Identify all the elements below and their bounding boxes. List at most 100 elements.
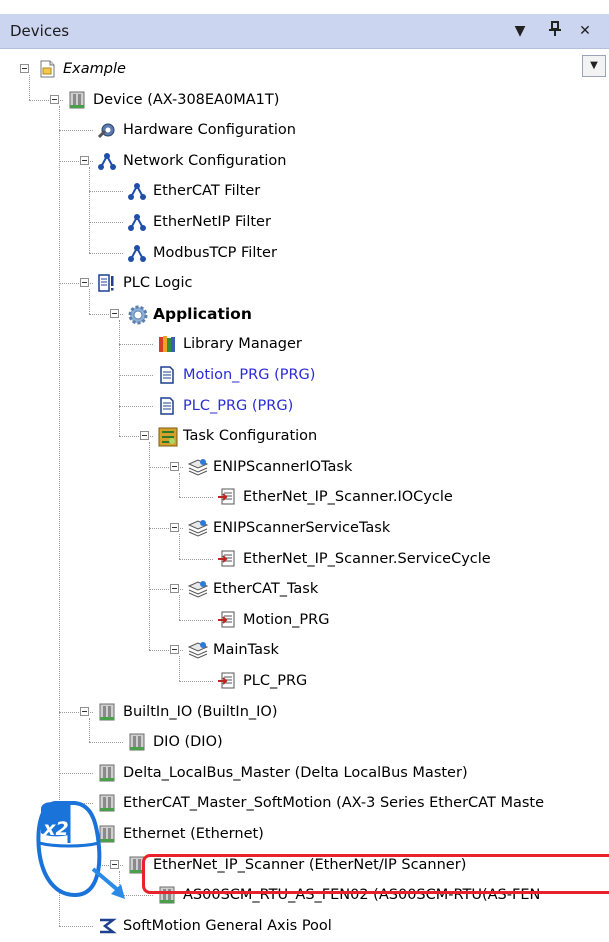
tree-guide-line [59, 925, 93, 927]
tree-node-label: PLC_PRG [243, 673, 308, 689]
tree-node-label: ENIPScannerServiceTask [213, 520, 391, 536]
tree-node-label: PLC Logic [123, 275, 193, 292]
tree-node[interactable]: MainTask [0, 636, 609, 664]
module-icon [97, 763, 117, 783]
tree-node[interactable]: PLC_PRG (PRG) [0, 392, 609, 420]
tree-node-label: Task Configuration [183, 428, 318, 445]
network-icon [127, 181, 147, 201]
tree-node[interactable]: EtherCAT Filter [0, 177, 609, 205]
tree-node-label: EtherCAT_Master_SoftMotion (AX-3 Series … [123, 795, 545, 812]
tree-node-label: PLC_PRG (PRG) [183, 397, 294, 414]
hardware-config-icon [97, 120, 117, 140]
highlight-box [142, 854, 609, 894]
network-icon [127, 212, 147, 232]
tree-node[interactable]: Motion_PRG (PRG) [0, 361, 609, 389]
module-icon [127, 732, 147, 752]
tree-node-label: DIO (DIO) [153, 734, 223, 751]
tree-node[interactable]: EtherNet_IP_Scanner.IOCycle [0, 483, 609, 511]
tree-node[interactable]: BuiltIn_IO (BuiltIn_IO) [0, 698, 609, 726]
tree-guide-line [89, 222, 123, 223]
plc-logic-icon [97, 273, 117, 293]
tree-node[interactable]: EtherCAT_Task [0, 575, 609, 603]
device-icon [67, 90, 87, 110]
task-stack-icon [187, 518, 209, 538]
tree-node[interactable]: Example [0, 55, 609, 83]
tree-node[interactable]: EtherNetIP Filter [0, 208, 609, 236]
tree-guide-line [119, 405, 153, 407]
tree-node[interactable]: PLC_PRG [0, 667, 609, 695]
collapse-toggle-icon[interactable] [170, 461, 179, 471]
tree-guide-line [89, 252, 123, 254]
collapse-toggle-icon[interactable] [140, 431, 149, 441]
tree-node[interactable]: Application [0, 300, 609, 328]
collapse-toggle-icon[interactable] [50, 94, 59, 104]
tree-guide-line [119, 344, 153, 346]
collapse-toggle-icon[interactable] [170, 645, 179, 655]
tree-node[interactable]: Motion_PRG [0, 606, 609, 634]
tree-node-label: EtherCAT_Task [213, 581, 319, 598]
tree-node-label: Hardware Configuration [123, 122, 296, 139]
collapse-toggle-icon[interactable] [170, 523, 179, 532]
call-program-icon [217, 487, 237, 507]
tree-node[interactable]: SoftMotion General Axis Pool [0, 912, 609, 940]
tree-node[interactable]: ENIPScannerServiceTask [0, 514, 609, 542]
collapse-toggle-icon[interactable] [80, 155, 89, 165]
tree-guide-line [179, 681, 213, 682]
tree-node[interactable]: Delta_LocalBus_Master (Delta LocalBus Ma… [0, 759, 609, 787]
collapse-toggle-icon[interactable] [80, 278, 89, 288]
program-document-icon [157, 396, 177, 416]
task-stack-icon [187, 640, 209, 660]
tree-node-label: BuiltIn_IO (BuiltIn_IO) [123, 703, 278, 720]
tree-guide-line [179, 558, 213, 560]
tree-node-label: ModbusTCP Filter [153, 244, 277, 261]
tree-node-label: Library Manager [183, 336, 302, 353]
tree-node-label: Device (AX-308EA0MA1T) [93, 91, 280, 108]
tree-node[interactable]: EtherNet_IP_Scanner.ServiceCycle [0, 545, 609, 573]
tree-node[interactable]: ModbusTCP Filter [0, 239, 609, 267]
tree-guide-line [119, 375, 153, 376]
task-stack-icon [187, 579, 209, 599]
network-icon [97, 151, 117, 171]
tree-guide-line [179, 497, 213, 499]
tree-node-label: EtherNetIP Filter [153, 214, 271, 230]
tree-node-label: Ethernet (Ethernet) [123, 826, 264, 842]
task-stack-icon [187, 457, 209, 477]
tree-node[interactable]: Network Configuration [0, 147, 609, 175]
tree-node[interactable]: PLC Logic [0, 269, 609, 297]
tree-node[interactable]: Task Configuration [0, 422, 609, 450]
tree-node[interactable]: ENIPScannerIOTask [0, 453, 609, 481]
devices-panel: Devices ▼ ✕ ▼ Example Device (AX-308EA0MA… [0, 0, 609, 942]
tree-node[interactable]: Device (AX-308EA0MA1T) [0, 86, 609, 114]
collapse-toggle-icon[interactable] [170, 584, 179, 594]
tree-node[interactable]: DIO (DIO) [0, 728, 609, 756]
tree-guide-line [59, 130, 93, 132]
tree-node[interactable]: Hardware Configuration [0, 116, 609, 144]
tree-guide-line [89, 742, 123, 744]
tree-guide-line [59, 772, 93, 774]
tree-node-label: MainTask [213, 642, 279, 659]
collapse-toggle-icon[interactable] [20, 64, 29, 73]
tree-node-label: Motion_PRG (PRG) [183, 367, 316, 383]
tree-guide-line [179, 619, 213, 621]
call-program-icon [217, 671, 237, 691]
tree-node-label: Delta_LocalBus_Master (Delta LocalBus Ma… [123, 764, 468, 781]
call-program-icon [217, 610, 237, 630]
collapse-toggle-icon[interactable] [80, 706, 89, 716]
call-program-icon [217, 549, 237, 569]
mouse-double-click-icon [36, 801, 125, 899]
task-config-icon [157, 426, 178, 447]
library-books-icon [157, 334, 177, 354]
collapse-toggle-icon[interactable] [110, 308, 119, 318]
tree-node-label: EtherCAT Filter [153, 183, 261, 200]
tree-node-label: ENIPScannerIOTask [213, 458, 353, 475]
tree-node-label: EtherNet_IP_Scanner.IOCycle [243, 489, 453, 506]
tree-node-label: Application [153, 304, 252, 323]
axis-pool-icon [97, 916, 117, 936]
tree-node-label: Example [63, 61, 126, 77]
tree-node[interactable]: Library Manager [0, 330, 609, 358]
program-document-icon [157, 365, 177, 385]
module-icon [97, 702, 117, 722]
tree-node-label: EtherNet_IP_Scanner.ServiceCycle [243, 550, 491, 567]
tree-node-label: Network Configuration [123, 152, 287, 169]
project-icon [37, 59, 57, 79]
